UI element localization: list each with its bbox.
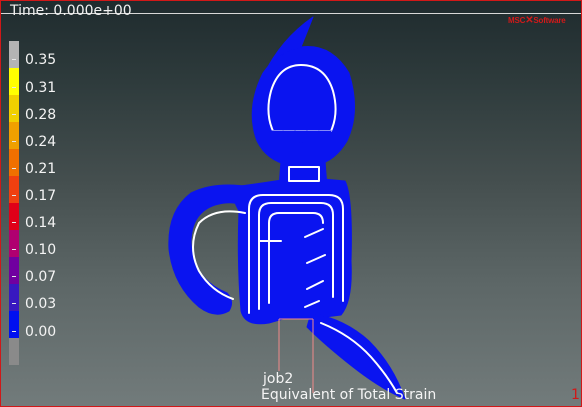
graphics-viewport[interactable]: Time: 0.000e+00 MSC✕Software 0.35 0.31 0… — [0, 0, 582, 407]
seal-profile-model[interactable] — [1, 1, 581, 406]
job-name-label: job2 — [263, 371, 294, 387]
result-variable-label: Equivalent of Total Strain — [261, 387, 437, 403]
frame-number: 1 — [571, 387, 580, 403]
